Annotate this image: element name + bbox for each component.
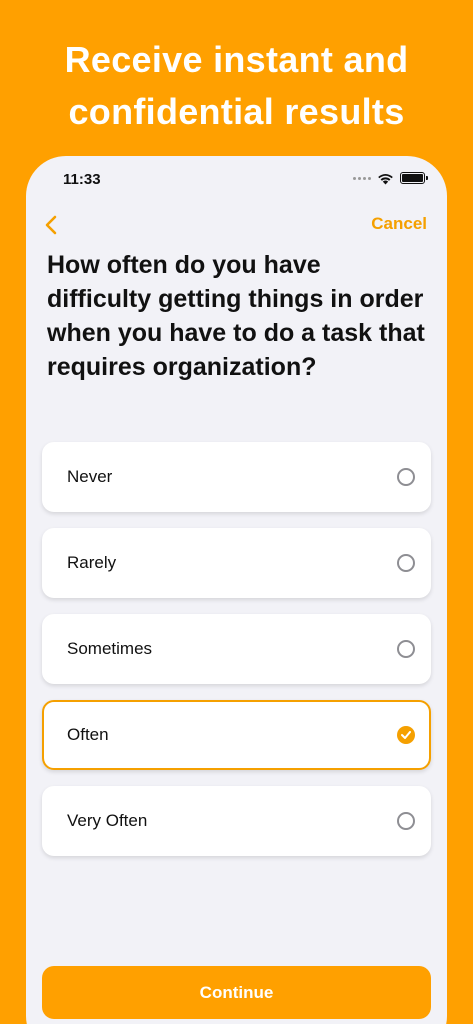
- checkmark-circle-icon[interactable]: [397, 726, 415, 744]
- status-icons: [353, 170, 428, 186]
- option-label: Very Often: [67, 811, 148, 830]
- radio-unchecked-icon[interactable]: [397, 468, 415, 486]
- status-time: 11:33: [63, 171, 101, 188]
- option-label: Rarely: [67, 553, 117, 572]
- radio-unchecked-icon[interactable]: [397, 640, 415, 658]
- option-never[interactable]: Never: [42, 442, 431, 512]
- option-often[interactable]: Often: [42, 700, 431, 770]
- option-label: Often: [67, 725, 109, 744]
- nav-bar: Cancel: [26, 208, 447, 244]
- option-rarely[interactable]: Rarely: [42, 528, 431, 598]
- cancel-button[interactable]: Cancel: [371, 214, 427, 234]
- radio-unchecked-icon[interactable]: [397, 812, 415, 830]
- signal-dots-icon: [353, 176, 371, 180]
- option-very-often[interactable]: Very Often: [42, 786, 431, 856]
- chevron-left-icon: [45, 215, 57, 235]
- battery-icon: [400, 172, 428, 184]
- status-bar: 11:33: [26, 156, 447, 204]
- headline-line-1: Receive instant and: [64, 39, 409, 80]
- back-button[interactable]: [36, 210, 66, 240]
- option-label: Sometimes: [67, 639, 153, 658]
- headline-line-2: confidential results: [68, 91, 405, 132]
- question-title: How often do you have difficulty getting…: [47, 251, 425, 381]
- headline: Receive instant and confidential results: [0, 34, 473, 138]
- radio-unchecked-icon[interactable]: [397, 554, 415, 572]
- option-sometimes[interactable]: Sometimes: [42, 614, 431, 684]
- continue-button[interactable]: Continue: [42, 966, 431, 1019]
- option-label: Never: [67, 467, 113, 486]
- phone-screen: 11:33 Cancel How often do you have diffi…: [26, 156, 447, 1024]
- wifi-icon: [378, 173, 393, 184]
